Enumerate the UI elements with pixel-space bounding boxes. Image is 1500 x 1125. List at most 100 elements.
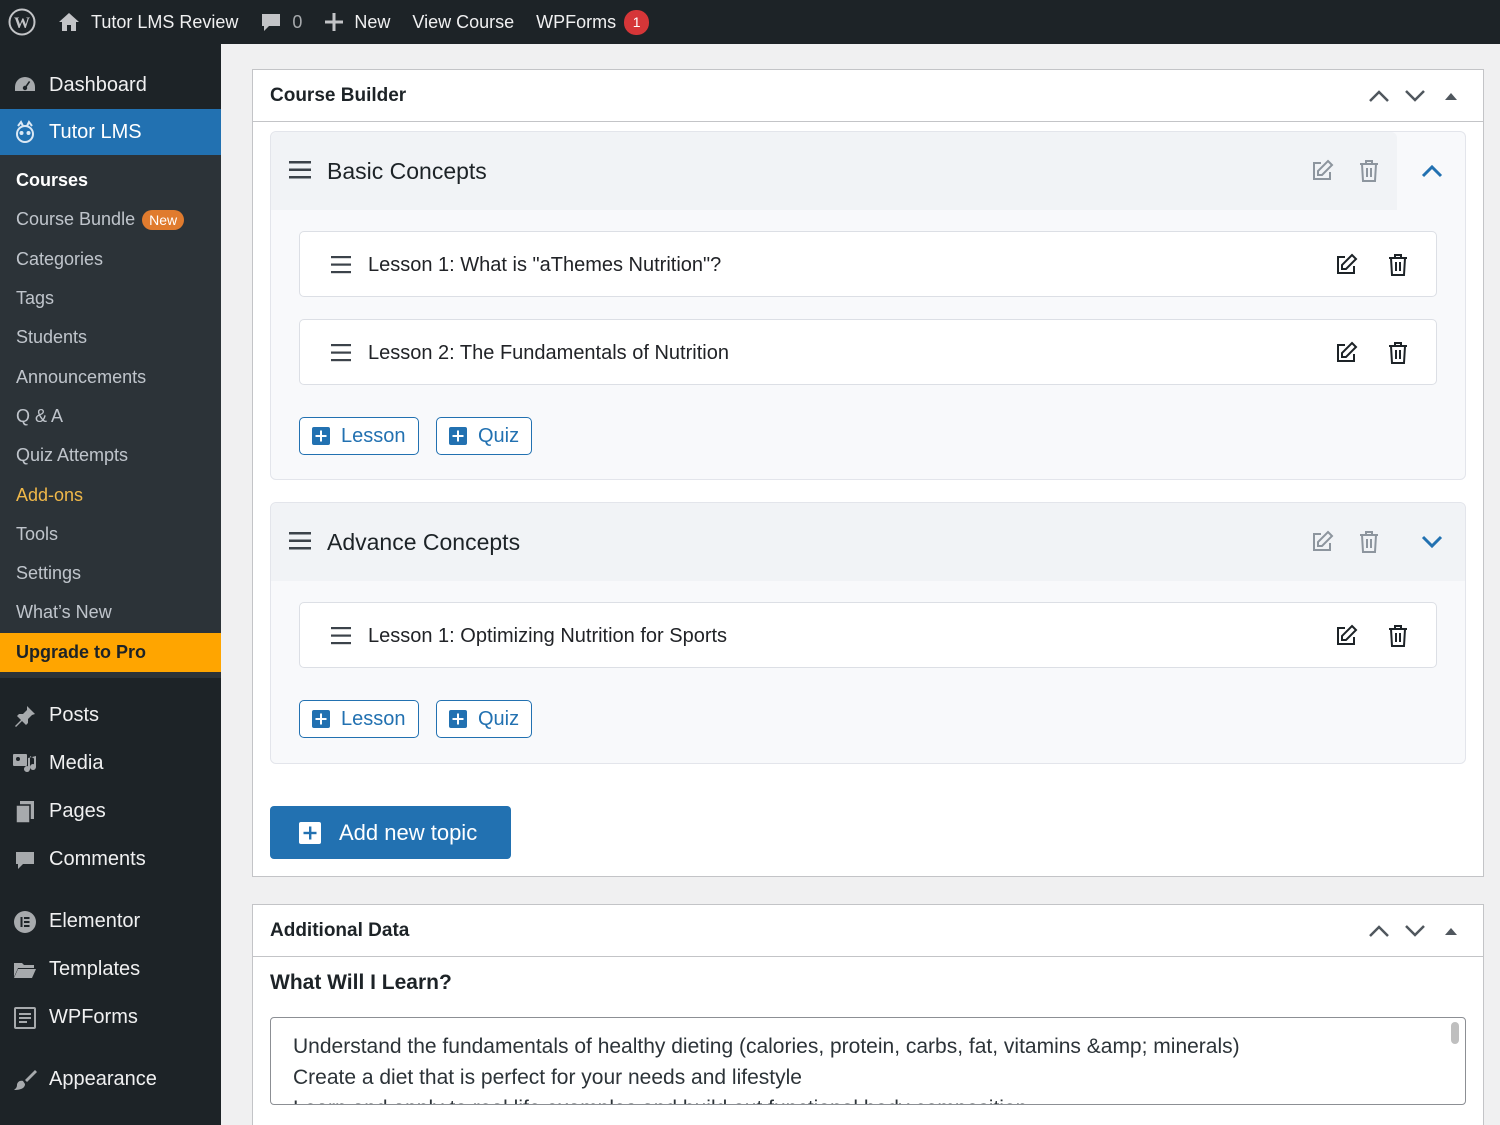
menu-appearance[interactable]: Appearance — [0, 1056, 221, 1104]
what-will-i-learn-label: What Will I Learn? — [270, 971, 452, 994]
submenu-upgrade-to-pro[interactable]: Upgrade to Pro — [0, 632, 221, 672]
submenu-label: Add-ons — [16, 484, 84, 505]
menu-dashboard[interactable]: Dashboard — [0, 61, 221, 109]
trash-icon[interactable] — [1383, 232, 1413, 298]
submenu-label: Tags — [16, 288, 55, 309]
trash-icon[interactable] — [1353, 503, 1385, 581]
submenu-label: Quiz Attempts — [16, 445, 129, 466]
menu-wpforms[interactable]: WPForms — [0, 994, 221, 1042]
drag-handle-icon[interactable] — [331, 256, 351, 274]
site-name: Tutor LMS Review — [91, 11, 239, 32]
submenu-label: Course Bundle — [16, 209, 136, 230]
menu-tutor-lms[interactable]: Tutor LMS — [0, 109, 221, 155]
menu-pages-label: Pages — [49, 800, 106, 823]
lesson-item[interactable]: Lesson 2: The Fundamentals of Nutrition — [299, 319, 1437, 385]
chevron-up-icon[interactable] — [1416, 132, 1448, 210]
plus-square-icon — [312, 710, 330, 728]
trash-icon[interactable] — [1383, 603, 1413, 669]
trash-icon[interactable] — [1353, 132, 1385, 210]
submenu-addons[interactable]: Add-ons — [0, 475, 221, 514]
pages-icon — [12, 799, 38, 825]
edit-icon[interactable] — [1306, 132, 1338, 210]
submenu-whats-new[interactable]: What’s New — [0, 593, 221, 632]
edit-icon[interactable] — [1331, 603, 1361, 669]
menu-comments[interactable]: Comments — [0, 836, 221, 884]
box-controls — [1361, 905, 1469, 957]
site-name-link[interactable]: Tutor LMS Review — [46, 0, 249, 44]
add-quiz-button[interactable]: Quiz — [436, 700, 533, 738]
submenu-tags[interactable]: Tags — [0, 279, 221, 318]
submenu-label: Announcements — [16, 366, 147, 387]
box-controls — [1361, 70, 1469, 122]
submenu-quiz-attempts[interactable]: Quiz Attempts — [0, 436, 221, 475]
menu-posts[interactable]: Posts — [0, 692, 221, 740]
drag-handle-icon[interactable] — [331, 627, 351, 645]
main-content: Course Builder Basic Concepts Lesson 1: … — [221, 44, 1500, 1125]
chevron-down-icon[interactable] — [1416, 503, 1448, 581]
submenu-courses[interactable]: Courses — [0, 161, 221, 200]
svg-text:W: W — [14, 15, 30, 32]
additional-data-header: Additional Data — [253, 905, 1483, 957]
what-will-i-learn-textarea[interactable]: Understand the fundamentals of healthy d… — [270, 1017, 1466, 1105]
menu-media[interactable]: Media — [0, 740, 221, 788]
view-course-link[interactable]: View Course — [401, 0, 525, 44]
drag-handle-icon[interactable] — [331, 344, 351, 362]
submenu-qa[interactable]: Q & A — [0, 397, 221, 436]
submenu-label: Courses — [16, 170, 89, 191]
lesson-item[interactable]: Lesson 1: What is "aThemes Nutrition"? — [299, 231, 1437, 297]
add-lesson-button[interactable]: Lesson — [299, 700, 419, 738]
move-up-icon[interactable] — [1361, 913, 1397, 949]
topic-header[interactable]: Basic Concepts — [271, 132, 1397, 210]
submenu-categories[interactable]: Categories — [0, 240, 221, 279]
new-content-link[interactable]: New — [313, 0, 401, 44]
topic-header[interactable]: Advance Concepts — [271, 503, 1465, 581]
drag-handle-icon[interactable] — [289, 160, 311, 180]
new-label: New — [354, 11, 391, 32]
menu-templates[interactable]: Templates — [0, 946, 221, 994]
wpforms-link[interactable]: WPForms 1 — [525, 0, 660, 44]
new-badge: New — [142, 209, 185, 230]
add-quiz-button[interactable]: Quiz — [436, 417, 533, 455]
elementor-icon — [12, 909, 38, 935]
edit-icon[interactable] — [1331, 232, 1361, 298]
menu-pages[interactable]: Pages — [0, 788, 221, 836]
move-up-icon[interactable] — [1361, 78, 1397, 114]
dashboard-icon — [12, 72, 38, 98]
submenu-announcements[interactable]: Announcements — [0, 357, 221, 396]
edit-icon[interactable] — [1306, 503, 1338, 581]
collapse-toggle-icon[interactable] — [1433, 78, 1469, 114]
comments-link[interactable]: 0 — [249, 0, 313, 44]
textarea-scrollbar[interactable] — [1451, 1022, 1459, 1044]
admin-bar: W Tutor LMS Review 0 New View Course WPF… — [0, 0, 1500, 44]
plus-icon — [325, 13, 344, 31]
drag-handle-icon[interactable] — [289, 531, 311, 551]
topic-card: Basic Concepts Lesson 1: What is "aTheme… — [270, 131, 1466, 480]
submenu-tools[interactable]: Tools — [0, 515, 221, 554]
move-down-icon[interactable] — [1397, 78, 1433, 114]
menu-tutor-lms-label: Tutor LMS — [49, 120, 142, 143]
pushpin-icon — [12, 703, 38, 729]
submenu-label: What’s New — [16, 602, 112, 623]
wordpress-logo-icon[interactable]: W — [0, 0, 46, 44]
submenu-students[interactable]: Students — [0, 318, 221, 357]
submenu-course-bundle[interactable]: Course Bundle New — [0, 200, 221, 239]
course-builder-box: Course Builder Basic Concepts Lesson 1: … — [252, 69, 1484, 877]
lesson-title: Lesson 1: Optimizing Nutrition for Sport… — [368, 625, 728, 647]
collapse-toggle-icon[interactable] — [1433, 913, 1469, 949]
lesson-item[interactable]: Lesson 1: Optimizing Nutrition for Sport… — [299, 602, 1437, 668]
menu-elementor[interactable]: Elementor — [0, 898, 221, 946]
view-course-label: View Course — [412, 11, 515, 32]
additional-data-box: Additional Data What Will I Learn? Under… — [252, 904, 1484, 1125]
move-down-icon[interactable] — [1397, 913, 1433, 949]
wpforms-label: WPForms — [536, 11, 617, 32]
add-new-topic-button[interactable]: Add new topic — [270, 806, 511, 859]
trash-icon[interactable] — [1383, 320, 1413, 386]
edit-icon[interactable] — [1331, 320, 1361, 386]
submenu-label: Q & A — [16, 405, 64, 426]
plus-square-icon — [312, 427, 330, 445]
add-lesson-button[interactable]: Lesson — [299, 417, 419, 455]
textarea-line: Learn and apply to real life examples an… — [293, 1093, 1443, 1104]
add-quiz-label: Quiz — [478, 707, 520, 730]
submenu-settings[interactable]: Settings — [0, 554, 221, 593]
tutor-submenu: Courses Course Bundle New Categories Tags… — [0, 155, 221, 678]
